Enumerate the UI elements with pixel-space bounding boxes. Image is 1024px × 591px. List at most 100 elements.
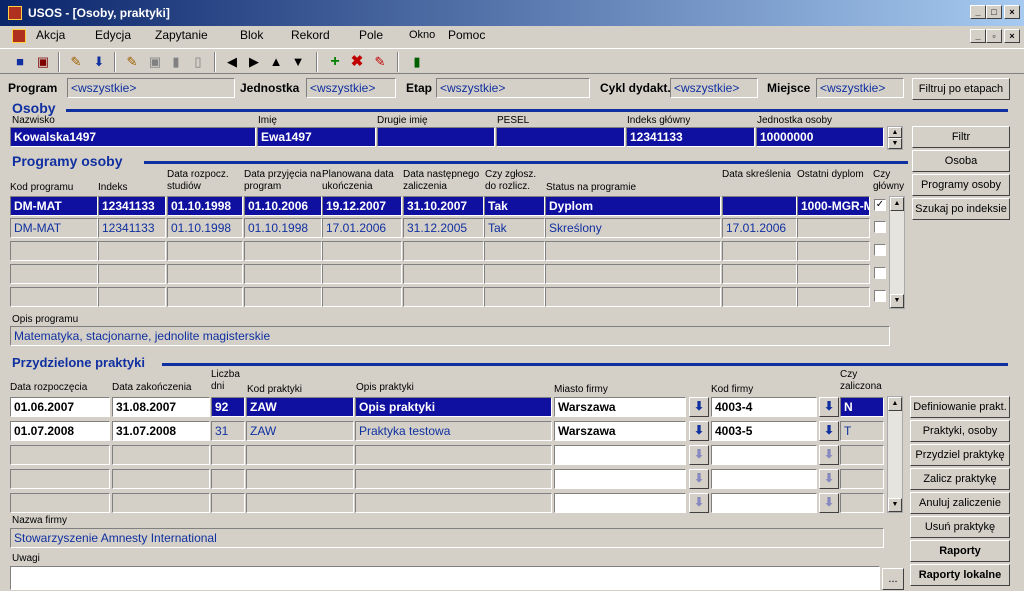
liczba-dni-cell[interactable] [211,445,245,465]
data-rozpoczecia-cell[interactable] [10,445,110,465]
data-zakonczenia-cell[interactable] [112,469,210,489]
data-nastepnego-cell[interactable] [403,287,484,307]
kod-firmy-lov-download-icon[interactable]: ⬇ [819,493,839,513]
miasto-firmy-cell[interactable]: Warszawa [554,421,686,441]
miasto-firmy-cell[interactable]: Warszawa [554,397,686,417]
przydziel-praktyke-button[interactable]: Przydziel praktykę [910,444,1010,466]
maximize-button[interactable]: □ [986,5,1002,19]
data-rozpocz-cell[interactable] [167,287,243,307]
planowana-data-cell[interactable]: 17.01.2006 [322,218,402,238]
czy-zglosz-cell[interactable]: Tak [484,218,545,238]
usun-praktyke-button[interactable]: Usuń praktykę [910,516,1010,538]
menu-zapytanie[interactable]: Zapytanie [155,28,208,42]
data-skreslenia-cell[interactable]: 17.01.2006 [722,218,797,238]
data-przyjecia-cell[interactable]: 01.10.1998 [244,218,322,238]
kod-firmy-cell[interactable] [711,493,817,513]
data-zakonczenia-cell[interactable] [112,493,210,513]
liczba-dni-cell[interactable] [211,493,245,513]
czy-glowny-checkbox[interactable]: ✓ [874,199,886,211]
status-cell[interactable]: Dyplom [545,196,721,216]
count-icon[interactable]: ▮ [166,52,186,72]
minimize-button[interactable]: _ [970,5,986,19]
prev-block-icon[interactable]: ◀ [222,52,242,72]
kod-praktyki-cell[interactable]: ZAW [246,421,354,441]
data-skreslenia-cell[interactable] [722,264,797,284]
data-przyjecia-cell[interactable] [244,264,322,284]
data-rozpoczecia-cell[interactable]: 01.07.2008 [10,421,110,441]
data-rozpocz-cell[interactable]: 01.10.1998 [167,196,243,216]
praktyki-osoby-button[interactable]: Praktyki, osoby [910,420,1010,442]
execute-icon[interactable]: ▣ [145,52,165,72]
menu-pole[interactable]: Pole [359,28,383,42]
kod-programu-cell[interactable] [10,264,98,284]
czy-zaliczona-cell[interactable] [840,445,884,465]
indeks-glowny-field[interactable]: 12341133 [626,127,755,147]
menu-pomoc[interactable]: Pomoc [448,28,485,42]
scroll-down-icon[interactable]: ▼ [888,498,902,512]
planowana-data-cell[interactable] [322,264,402,284]
scroll-up-icon[interactable]: ▲ [890,197,904,211]
miasto-lov-download-icon[interactable]: ⬇ [689,445,709,465]
programy-scrollbar[interactable]: ▲ ▼ [889,196,905,309]
edit-icon[interactable]: ✎ [66,52,86,72]
menu-edycja[interactable]: Edycja [95,28,131,42]
uwagi-edit-button[interactable]: ... [882,568,904,590]
kod-programu-cell[interactable] [10,287,98,307]
jednostka-osoby-field[interactable]: 10000000 [756,127,884,147]
indeks-cell[interactable]: 12341133 [98,218,166,238]
kod-firmy-cell[interactable]: 4003-5 [711,421,817,441]
praktyki-scrollbar[interactable]: ▲ ▼ [887,396,903,513]
czy-glowny-checkbox[interactable] [874,221,886,233]
czy-zaliczona-cell[interactable] [840,493,884,513]
data-skreslenia-cell[interactable] [722,287,797,307]
planowana-data-cell[interactable]: 19.12.2007 [322,196,402,216]
scroll-down-icon[interactable]: ▼ [890,294,904,308]
ostatni-dyplom-cell[interactable] [797,241,870,261]
miasto-lov-download-icon[interactable]: ⬇ [689,493,709,513]
data-zakonczenia-cell[interactable]: 31.07.2008 [112,421,210,441]
planowana-data-cell[interactable] [322,241,402,261]
miasto-lov-download-icon[interactable]: ⬇ [689,469,709,489]
menu-okno[interactable]: Okno [409,29,435,41]
jednostka-filter-field[interactable]: <wszystkie> [306,78,396,98]
indeks-cell[interactable]: 12341133 [98,196,166,216]
data-nastepnego-cell[interactable]: 31.10.2007 [403,196,484,216]
imie-field[interactable]: Ewa1497 [257,127,376,147]
status-cell[interactable]: Skreślony [545,218,721,238]
indeks-cell[interactable] [98,241,166,261]
czy-glowny-checkbox[interactable] [874,290,886,302]
opis-praktyki-cell[interactable] [355,493,552,513]
anuluj-zaliczenie-button[interactable]: Anuluj zaliczenie [910,492,1010,514]
miasto-firmy-cell[interactable] [554,469,686,489]
kod-praktyki-cell[interactable] [246,493,354,513]
liczba-dni-cell[interactable]: 92 [211,397,245,417]
chart-icon[interactable]: ▯ [188,52,208,72]
etap-filter-field[interactable]: <wszystkie> [436,78,590,98]
nazwa-firmy-field[interactable]: Stowarzyszenie Amnesty International [10,528,884,548]
kod-firmy-cell[interactable]: 4003-4 [711,397,817,417]
miasto-lov-download-icon[interactable]: ⬇ [689,397,709,417]
ostatni-dyplom-cell[interactable]: 1000-MGR-M [797,196,870,216]
miejsce-filter-field[interactable]: <wszystkie> [816,78,904,98]
czy-zaliczona-cell[interactable] [840,469,884,489]
ostatni-dyplom-cell[interactable] [797,287,870,307]
scroll-up-icon[interactable]: ▲ [888,127,902,138]
program-filter-field[interactable]: <wszystkie> [67,78,235,98]
data-zakonczenia-cell[interactable] [112,445,210,465]
opis-programu-field[interactable]: Matematyka, stacjonarne, jednolite magis… [10,326,890,346]
data-skreslenia-cell[interactable] [722,241,797,261]
status-cell[interactable] [545,287,721,307]
czy-zglosz-cell[interactable] [484,264,545,284]
miasto-firmy-cell[interactable] [554,493,686,513]
liczba-dni-cell[interactable] [211,469,245,489]
data-nastepnego-cell[interactable] [403,241,484,261]
insert-record-icon[interactable]: + [325,52,345,72]
indeks-cell[interactable] [98,287,166,307]
clear-icon[interactable]: ✎ [370,52,390,72]
cykl-filter-field[interactable]: <wszystkie> [670,78,758,98]
opis-praktyki-cell[interactable]: Opis praktyki [355,397,552,417]
data-rozpoczecia-cell[interactable] [10,469,110,489]
delete-record-icon[interactable]: ✖ [347,52,367,72]
close-button[interactable]: × [1004,5,1020,19]
data-skreslenia-cell[interactable] [722,196,797,216]
